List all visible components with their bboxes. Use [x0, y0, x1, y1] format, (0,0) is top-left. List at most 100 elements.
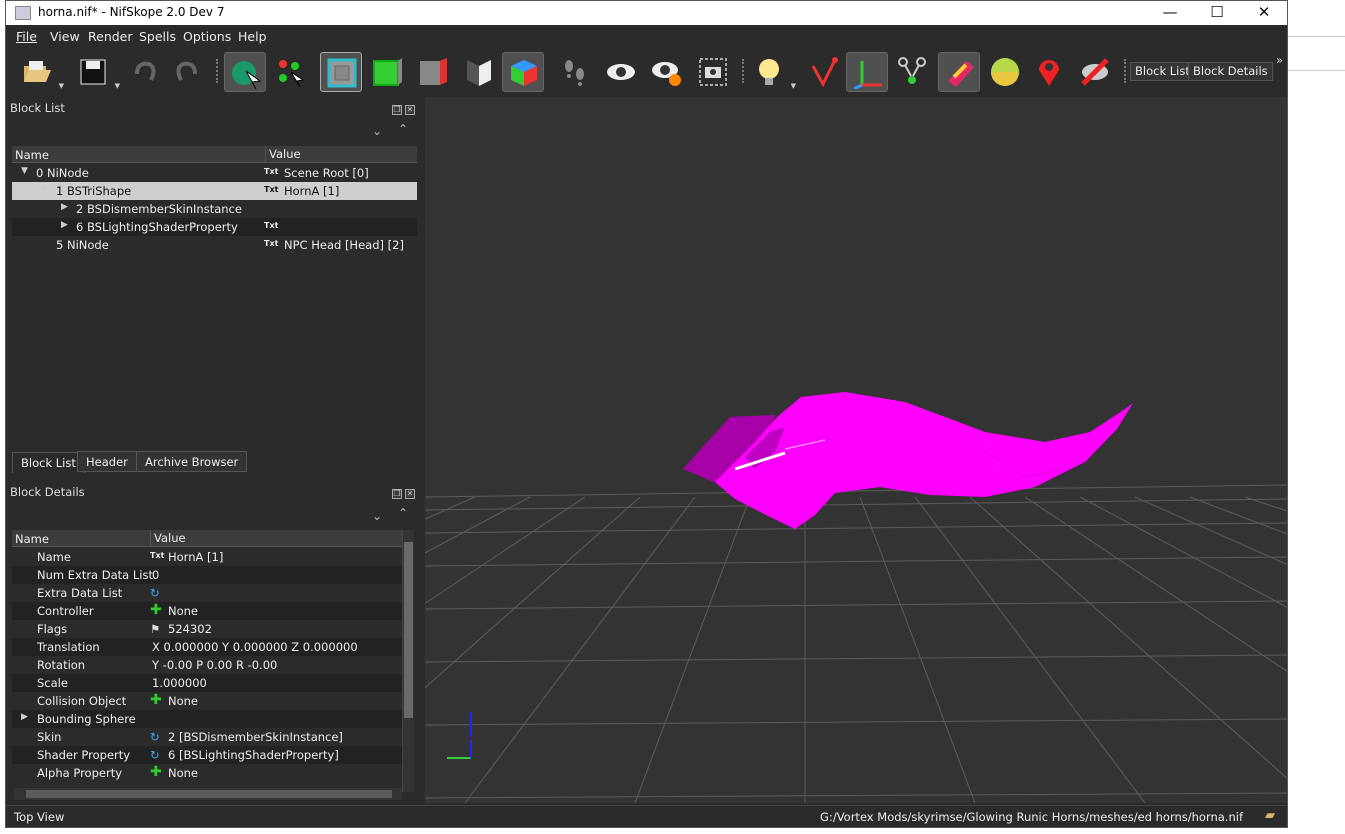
field-value[interactable]: 524302 — [168, 622, 212, 636]
open-file-button[interactable]: ▼ — [16, 52, 64, 92]
field-value[interactable]: 6 [BSLightingShaderProperty] — [168, 748, 339, 762]
float-icon[interactable]: ❐ — [392, 489, 402, 499]
folder-icon[interactable]: ▰ — [1265, 808, 1275, 823]
toolbar-grip-3[interactable] — [1124, 59, 1127, 83]
show-havok-button[interactable] — [892, 52, 934, 92]
expand-arrow-icon[interactable]: ▶ — [61, 202, 68, 212]
expand-arrow-icon[interactable]: ▼ — [21, 166, 28, 176]
detail-row[interactable]: Skin ↻ 2 [BSDismemberSkinInstance] — [12, 728, 402, 746]
detail-row[interactable]: Rotation Y -0.00 P 0.00 R -0.00 — [12, 656, 402, 674]
show-hidden-button[interactable] — [600, 52, 642, 92]
field-value[interactable]: 2 [BSDismemberSkinInstance] — [168, 730, 343, 744]
menu-view[interactable]: View — [50, 29, 80, 44]
walk-mode-button[interactable] — [554, 52, 596, 92]
detail-row[interactable]: Shader Property ↻ 6 [BSLightingShaderPrope… — [12, 746, 402, 764]
select-vertex-button[interactable] — [270, 52, 312, 92]
menu-options[interactable]: Options — [183, 29, 231, 44]
lighting-button[interactable]: ▼ — [748, 52, 796, 92]
view-top-button[interactable] — [320, 52, 362, 92]
nifskope-window: horna.nif* - NifSkope 2.0 Dev 7 — ☐ ✕ Fi… — [0, 0, 1345, 828]
details-horizontal-scrollbar[interactable] — [14, 788, 402, 800]
column-value[interactable]: Value — [265, 146, 301, 162]
block-list-row[interactable]: 5 NiNode Txt NPC Head [Head] [2] — [12, 236, 417, 254]
column-name[interactable]: Name — [15, 148, 49, 162]
menu-help[interactable]: Help — [238, 29, 267, 44]
minimize-button[interactable]: — — [1147, 1, 1193, 25]
tab-block-list[interactable]: Block List — [12, 452, 85, 473]
detail-row[interactable]: Translation X 0.000000 Y 0.000000 Z 0.000… — [12, 638, 402, 656]
marker-button[interactable] — [1028, 52, 1070, 92]
textures-button[interactable] — [938, 52, 980, 92]
column-value[interactable]: Value — [150, 530, 186, 546]
view-user-button[interactable] — [458, 52, 500, 92]
detail-row[interactable]: Alpha Property ✚ None — [12, 764, 402, 782]
field-value[interactable]: None — [168, 766, 198, 780]
undo-button[interactable] — [124, 52, 166, 92]
detail-row[interactable]: Flags ⚑ 524302 — [12, 620, 402, 638]
vertex-colors-button[interactable] — [984, 52, 1026, 92]
show-nodes-button[interactable] — [646, 52, 688, 92]
expand-all-icon[interactable]: ⌃ — [398, 122, 408, 136]
details-vertical-scrollbar[interactable] — [402, 530, 414, 792]
toolbar-grip-2[interactable] — [742, 59, 745, 83]
block-list-row[interactable]: ▶ 6 BSLightingShaderProperty Txt — [12, 218, 417, 236]
close-button[interactable]: ✕ — [1241, 1, 1287, 25]
redo-icon — [176, 61, 197, 81]
add-icon[interactable]: ✚ — [150, 764, 162, 780]
field-name: Translation — [37, 640, 100, 654]
toolbar-overflow[interactable]: » — [1276, 53, 1283, 67]
detail-row[interactable]: Collision Object ✚ None — [12, 692, 402, 710]
save-button[interactable]: ▼ — [72, 52, 120, 92]
block-list-toggle[interactable]: Block List — [1130, 62, 1195, 81]
collapse-all-icon[interactable]: ⌄ — [372, 124, 382, 138]
detail-row[interactable]: Controller ✚ None — [12, 602, 402, 620]
detail-row[interactable]: Num Extra Data List 0 — [12, 566, 402, 584]
block-details-toggle[interactable]: Block Details — [1188, 62, 1273, 81]
axes-button[interactable] — [802, 52, 844, 92]
field-value[interactable]: 1.000000 — [152, 676, 207, 690]
view-perspective-button[interactable] — [502, 52, 544, 92]
expand-arrow-icon[interactable]: ▼ — [41, 184, 48, 194]
block-list-row[interactable]: ▶ 2 BSDismemberSkinInstance — [12, 200, 417, 218]
select-object-button[interactable] — [224, 52, 266, 92]
detail-row[interactable]: Extra Data List ↻ — [12, 584, 402, 602]
expand-arrow-icon[interactable]: ▶ — [21, 712, 28, 722]
tab-header[interactable]: Header — [77, 451, 137, 472]
add-icon[interactable]: ✚ — [150, 692, 162, 708]
toolbar-grip[interactable] — [216, 59, 219, 83]
block-list-row[interactable]: ▼ 1 BSTriShape Txt HornA [1] — [12, 182, 417, 200]
field-value[interactable]: None — [168, 694, 198, 708]
3d-viewport[interactable] — [0, 97, 1345, 804]
detail-row[interactable]: ▶ Bounding Sphere — [12, 710, 402, 728]
redo-button[interactable] — [166, 52, 208, 92]
show-constraints-button[interactable] — [846, 52, 888, 92]
detail-row[interactable]: Name Txt HornA [1] — [12, 548, 402, 566]
block-list-row[interactable]: ▼ 0 NiNode Txt Scene Root [0] — [12, 164, 417, 182]
view-side-button[interactable] — [412, 52, 454, 92]
maximize-button[interactable]: ☐ — [1194, 1, 1240, 25]
menu-render[interactable]: Render — [88, 29, 133, 44]
view-front-button[interactable] — [366, 52, 408, 92]
screenshot-button[interactable] — [692, 52, 734, 92]
float-icon[interactable]: ❐ — [392, 105, 402, 115]
add-icon[interactable]: ✚ — [150, 602, 162, 618]
hide-button[interactable] — [1074, 52, 1116, 92]
close-panel-icon[interactable]: ✕ — [405, 105, 415, 115]
expand-arrow-icon[interactable]: ▶ — [61, 220, 68, 230]
menu-file[interactable]: File — [16, 29, 37, 44]
field-value[interactable]: Y -0.00 P 0.00 R -0.00 — [152, 658, 277, 672]
menu-spells[interactable]: Spells — [139, 29, 176, 44]
toolbar: ▼ ▼ ▼ Block List Block Details » — [6, 47, 1287, 97]
detail-row[interactable]: Scale 1.000000 — [12, 674, 402, 692]
field-value[interactable]: X 0.000000 Y 0.000000 Z 0.000000 — [152, 640, 358, 654]
horn-mesh — [683, 392, 1133, 529]
field-value[interactable]: HornA [1] — [168, 550, 223, 564]
collapse-all-icon[interactable]: ⌄ — [372, 509, 382, 523]
close-panel-icon[interactable]: ✕ — [405, 489, 415, 499]
expand-all-icon[interactable]: ⌃ — [398, 506, 408, 520]
tab-archive-browser[interactable]: Archive Browser — [136, 451, 248, 472]
column-name[interactable]: Name — [15, 532, 49, 546]
field-value[interactable]: 0 — [152, 568, 159, 582]
field-value[interactable]: None — [168, 604, 198, 618]
grid-line — [1244, 496, 1345, 531]
